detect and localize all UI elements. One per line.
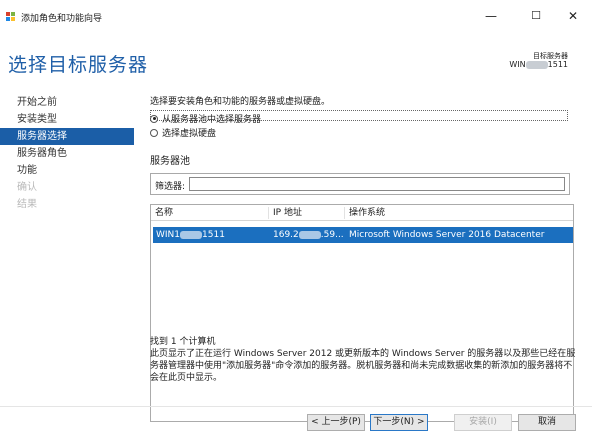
wizard-icon: [6, 12, 16, 22]
column-os[interactable]: 操作系统: [345, 207, 571, 219]
column-ip[interactable]: IP 地址: [269, 207, 345, 219]
wizard-sidebar: 开始之前 安装类型 服务器选择 服务器角色 功能 确认 结果: [0, 94, 134, 213]
instruction-text: 选择要安装角色和功能的服务器或虚拟硬盘。: [150, 97, 331, 107]
sidebar-item-before-you-begin[interactable]: 开始之前: [0, 94, 134, 111]
cell-ip-address: 169.2.59...: [273, 230, 344, 240]
footer-divider: [0, 406, 592, 407]
cancel-button[interactable]: 取消: [518, 414, 576, 431]
maximize-button[interactable]: ☐: [525, 6, 547, 26]
previous-button[interactable]: < 上一步(P): [307, 414, 365, 431]
sidebar-item-confirmation: 确认: [17, 182, 37, 193]
sidebar-item-server-selection[interactable]: 服务器选择: [0, 128, 134, 145]
description-text: 此页显示了正在运行 Windows Server 2012 或更新版本的 Win…: [150, 349, 576, 383]
window-title: 添加角色和功能向导: [21, 14, 103, 24]
sidebar-item-features[interactable]: 功能: [0, 162, 134, 179]
sidebar-item-server-roles[interactable]: 服务器角色: [0, 145, 134, 162]
radio-virtual-disk-label: 选择虚拟硬盘: [162, 129, 217, 139]
server-list: 名称 IP 地址 操作系统 WIN1 1511 169.2.59... Micro…: [150, 204, 574, 422]
next-button[interactable]: 下一步(N) >: [370, 414, 428, 431]
minimize-button[interactable]: —: [480, 6, 502, 26]
server-pool-heading: 服务器池: [150, 156, 190, 167]
radio-server-pool[interactable]: 从服务器池中选择服务器: [150, 112, 261, 125]
cell-server-name: WIN1 1511: [156, 230, 225, 240]
sidebar-item-installation-type[interactable]: 安装类型: [0, 111, 134, 128]
server-list-header: 名称 IP 地址 操作系统: [151, 205, 573, 221]
radio-unchecked-icon[interactable]: [150, 128, 158, 137]
radio-checked-icon[interactable]: [150, 114, 158, 123]
found-count: 找到 1 个计算机: [150, 337, 216, 347]
column-name[interactable]: 名称: [151, 207, 269, 219]
table-row[interactable]: WIN1 1511 169.2.59... Microsoft Windows S…: [153, 227, 573, 243]
sidebar-item-results: 结果: [17, 199, 37, 210]
destination-server-name: WIN 1511: [509, 60, 568, 69]
cell-operating-system: Microsoft Windows Server 2016 Datacenter: [349, 230, 545, 240]
radio-virtual-disk[interactable]: 选择虚拟硬盘: [150, 126, 216, 139]
title-bar: 添加角色和功能向导 — ☐ ✕: [0, 0, 592, 34]
radio-server-pool-label: 从服务器池中选择服务器: [162, 115, 262, 125]
redacted-blur: [180, 230, 203, 239]
filter-input[interactable]: [189, 177, 565, 191]
filter-box: 筛选器:: [150, 173, 570, 195]
filter-label: 筛选器:: [155, 182, 186, 192]
redacted-blur: [525, 60, 548, 69]
install-button: 安装(I): [454, 414, 512, 431]
page-title: 选择目标服务器: [8, 54, 149, 76]
redacted-blur: [298, 230, 321, 239]
close-button[interactable]: ✕: [562, 6, 584, 26]
